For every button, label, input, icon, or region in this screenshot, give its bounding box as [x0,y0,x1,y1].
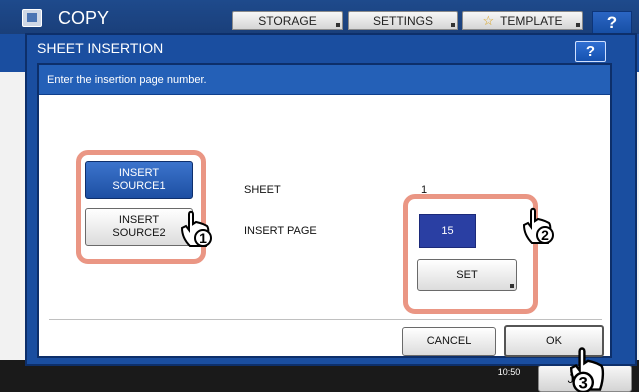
cancel-button-label: CANCEL [426,335,472,347]
pointing-hand-icon: 1 [180,210,212,247]
insert-source2-line2: SOURCE2 [112,227,166,239]
pointing-hand-icon: 2 [522,207,554,244]
clock: 10:50 [497,367,521,377]
dialog-help-button[interactable]: ? [575,41,606,62]
help-button[interactable]: ? [592,11,632,34]
ok-button-label: OK [546,334,562,347]
instruction-message: Enter the insertion page number. [47,74,207,86]
app-top-bar: COPY STORAGE SETTINGS ☆ TEMPLATE ? [0,0,639,34]
pointing-hand-icon: 3 [569,347,605,392]
callout-number-2: 2 [541,227,549,243]
insert-source1-button[interactable]: INSERT SOURCE1 [85,161,193,199]
tab-template[interactable]: ☆ TEMPLATE [462,11,583,30]
set-button-label: SET [456,268,478,281]
corner-mark-icon [336,23,340,27]
set-button[interactable]: SET [417,259,517,291]
insert-source1-line1: INSERT [118,167,160,179]
corner-mark-icon [510,284,514,288]
callout-number-3: 3 [579,373,588,392]
message-bar: Enter the insertion page number. [39,65,610,95]
corner-mark-icon [576,23,580,27]
star-icon: ☆ [482,12,495,28]
tab-template-label: TEMPLATE [500,13,563,28]
insert-source2-line1: INSERT [118,214,160,226]
tab-settings[interactable]: SETTINGS [348,11,458,30]
insert-page-highlight [403,194,538,314]
cancel-button[interactable]: CANCEL [402,327,496,356]
divider [49,319,602,320]
sheet-label: SHEET [244,184,281,196]
insert-page-label: INSERT PAGE [244,225,317,237]
corner-mark-icon [451,23,455,27]
sheet-insertion-dialog: SHEET INSERTION ? Enter the insertion pa… [25,33,637,366]
tab-storage-label: STORAGE [258,13,317,28]
tab-settings-label: SETTINGS [372,13,433,28]
insert-source1-line2: SOURCE1 [112,180,166,192]
insert-page-input[interactable]: 15 [419,214,476,248]
copy-icon [22,9,42,27]
insert-source2-button[interactable]: INSERT SOURCE2 [85,208,193,246]
dialog-title: SHEET INSERTION [37,40,164,56]
callout-number-1: 1 [199,230,207,246]
tab-storage[interactable]: STORAGE [232,11,343,30]
app-title: COPY [58,8,110,28]
